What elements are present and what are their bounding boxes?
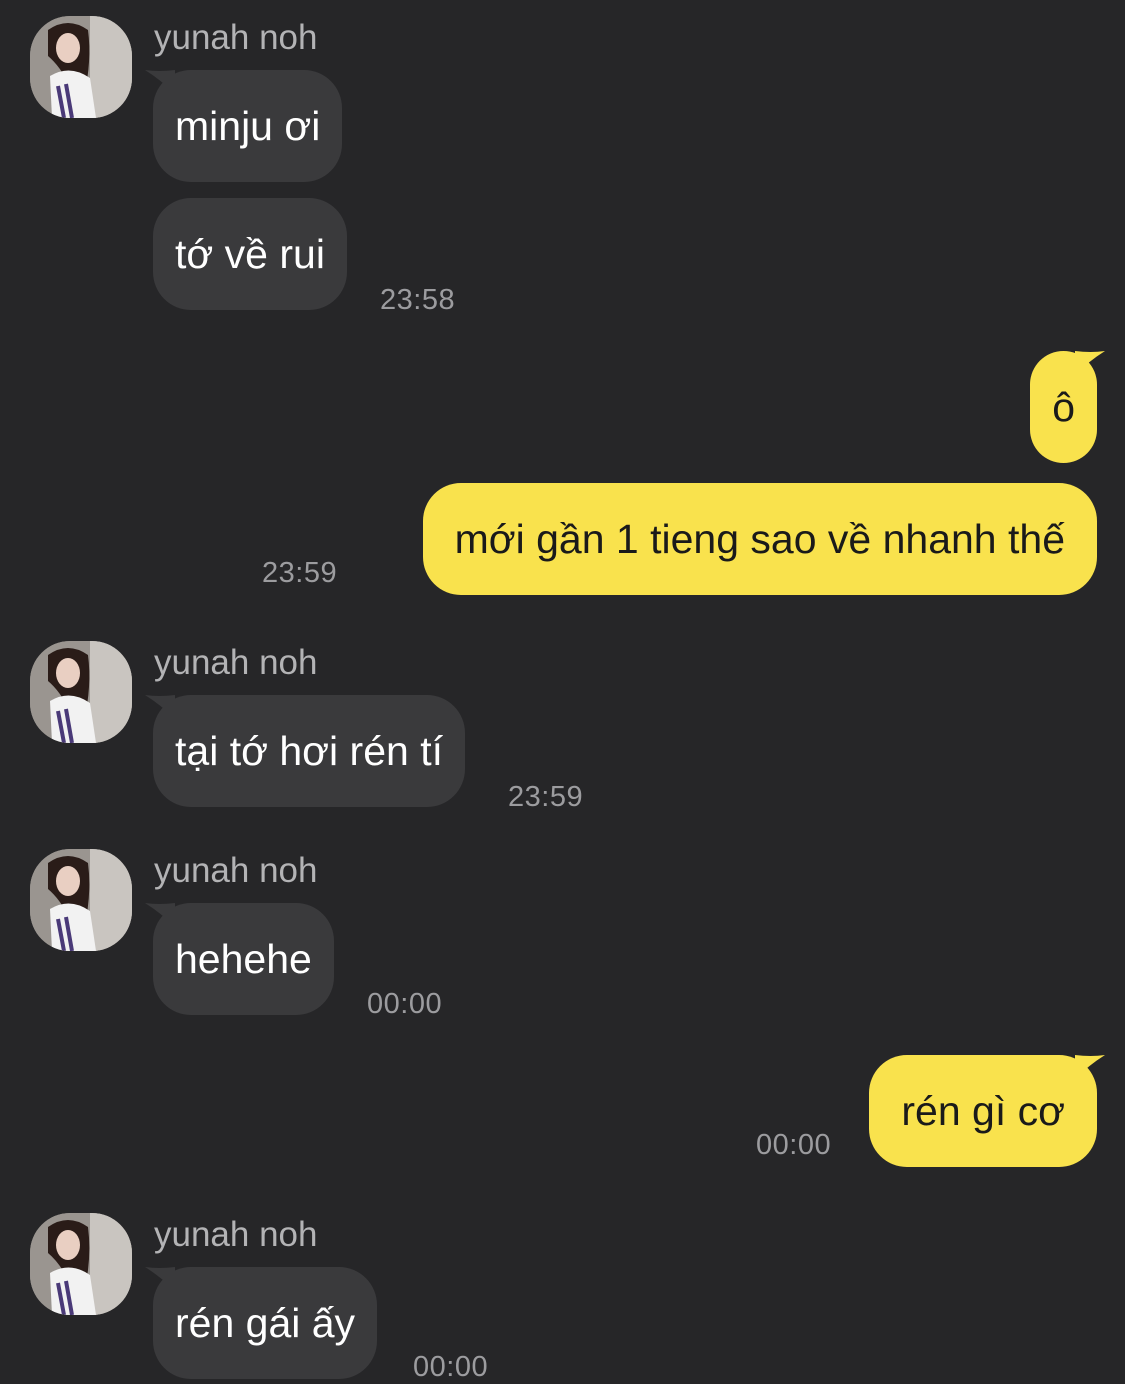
message-timestamp: 23:59: [508, 781, 584, 813]
avatar[interactable]: [30, 849, 132, 951]
incoming-message-bubble[interactable]: minju ơi: [145, 70, 343, 182]
sender-name: yunah noh: [154, 18, 318, 57]
message-timestamp: 00:00: [367, 988, 443, 1020]
sender-name: yunah noh: [154, 851, 318, 890]
incoming-message-bubble[interactable]: tại tớ hơi rén tí: [145, 695, 465, 807]
message-text: minju ơi: [175, 103, 321, 149]
message-timestamp: 00:00: [756, 1129, 832, 1161]
avatar[interactable]: [30, 16, 132, 118]
bubble-tail-icon: [145, 70, 175, 94]
message-text: rén gì cơ: [901, 1088, 1065, 1134]
message-timestamp: 23:58: [380, 284, 456, 316]
bubble-tail-icon: [145, 695, 175, 719]
bubble-tail-icon: [145, 1267, 175, 1291]
bubble-tail-icon: [1075, 1055, 1105, 1079]
message-text: tớ về rui: [175, 231, 325, 277]
message-timestamp: 00:00: [413, 1351, 489, 1383]
message-text: rén gái ấy: [175, 1300, 356, 1346]
outgoing-message-bubble[interactable]: mới gần 1 tieng sao về nhanh thế: [422, 483, 1097, 595]
incoming-message-bubble[interactable]: rén gái ấy: [145, 1267, 378, 1379]
sender-name: yunah noh: [154, 1215, 318, 1254]
bubble-tail-icon: [1075, 351, 1105, 375]
bubble-tail-icon: [145, 903, 175, 927]
message-text: ô: [1052, 384, 1075, 430]
sender-name: yunah noh: [154, 643, 318, 682]
incoming-message-bubble[interactable]: tớ về rui: [153, 198, 347, 310]
avatar[interactable]: [30, 641, 132, 743]
avatar[interactable]: [30, 1213, 132, 1315]
message-text: hehehe: [175, 936, 312, 982]
outgoing-message-bubble[interactable]: ô: [1030, 351, 1105, 463]
outgoing-message-bubble[interactable]: rén gì cơ: [869, 1055, 1105, 1167]
message-text: mới gần 1 tieng sao về nhanh thế: [454, 516, 1065, 562]
incoming-message-bubble[interactable]: hehehe: [145, 903, 334, 1015]
message-text: tại tớ hơi rén tí: [175, 728, 443, 774]
message-timestamp: 23:59: [262, 557, 338, 589]
